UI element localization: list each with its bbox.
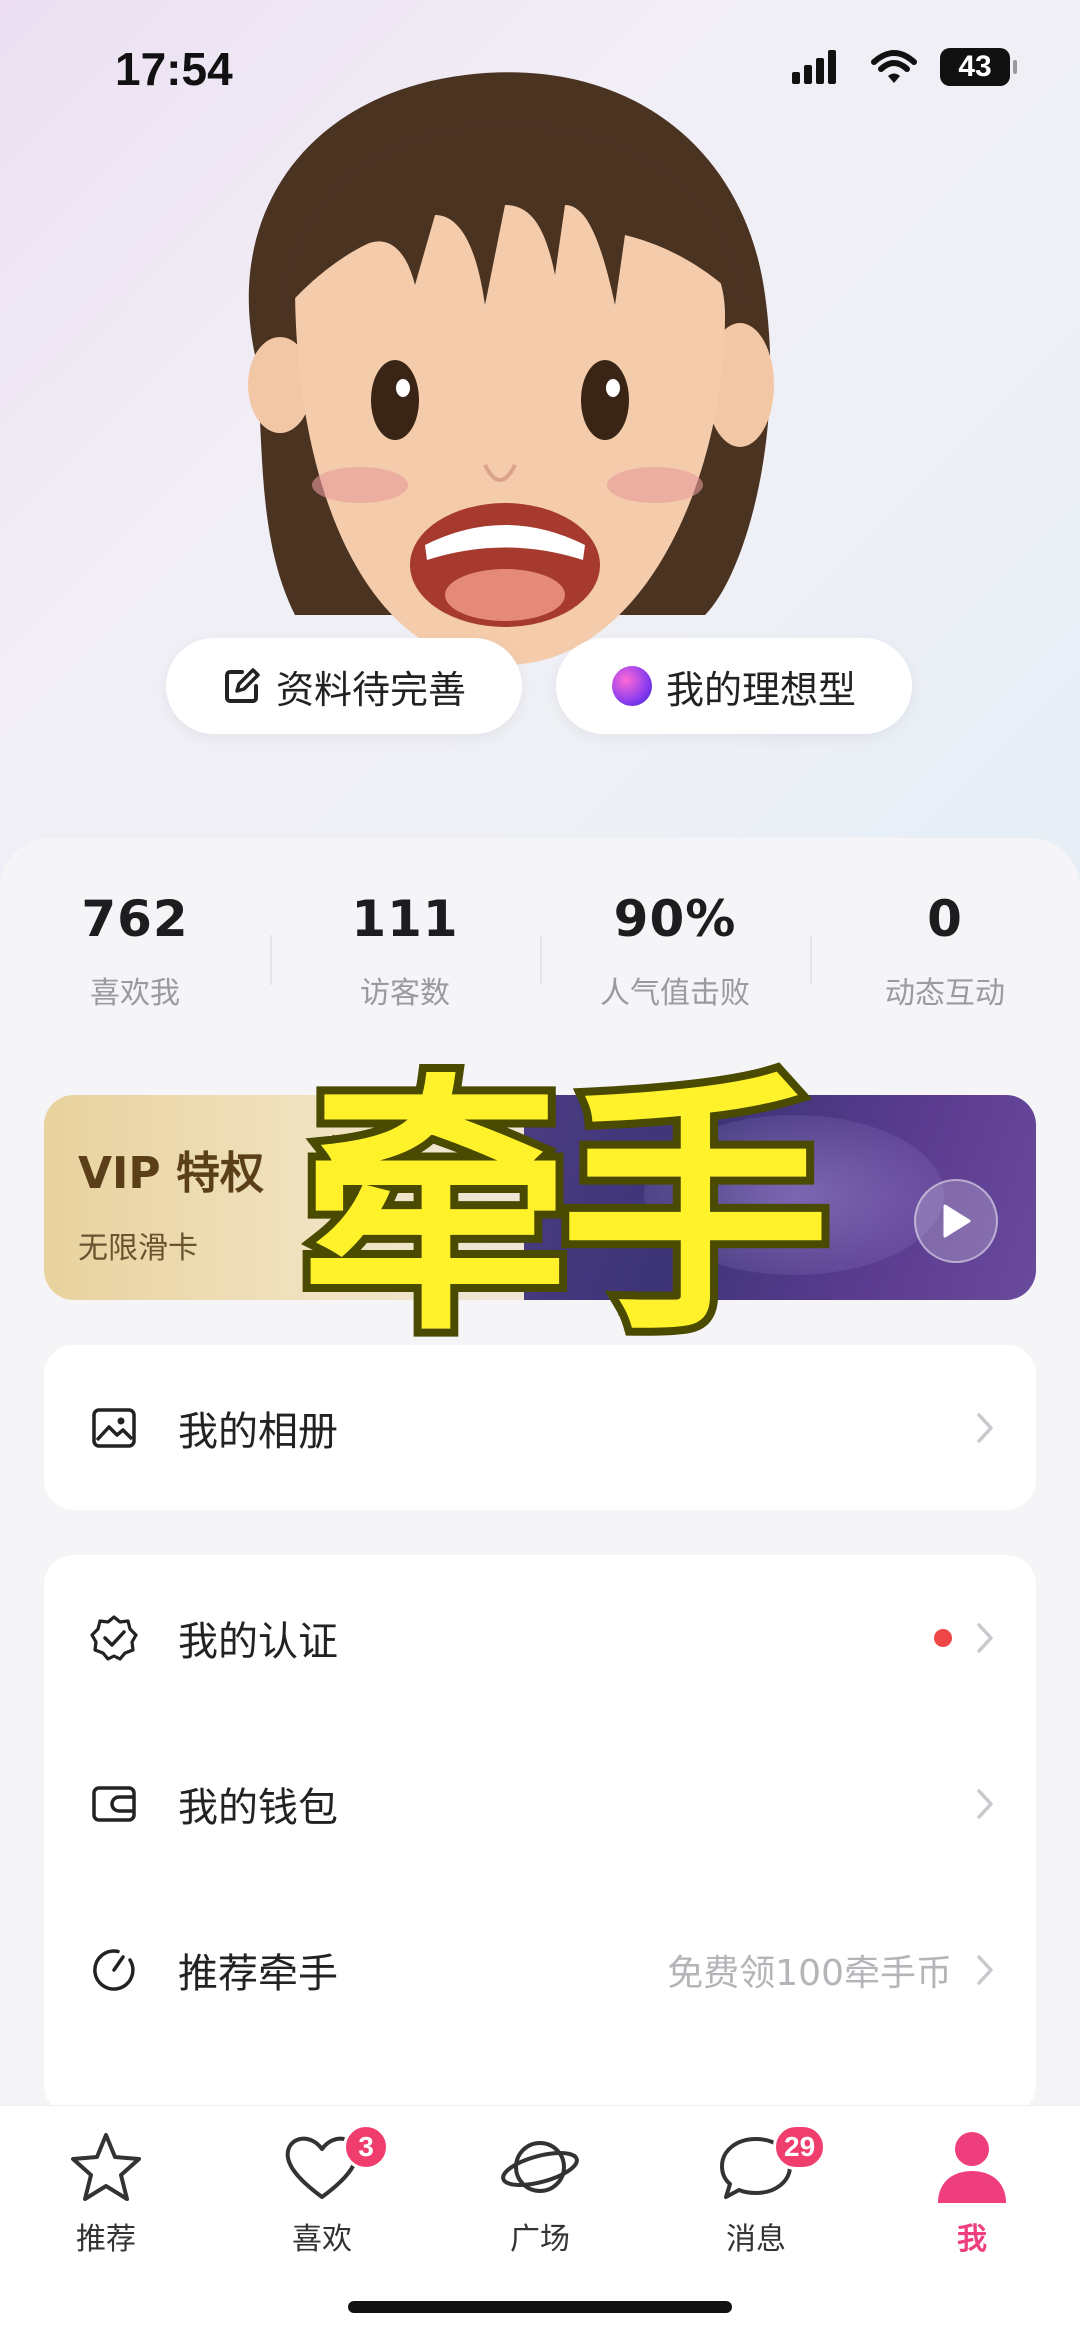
tab-label: 消息 xyxy=(726,2222,786,2257)
tab-square[interactable]: 广场 xyxy=(465,2124,615,2264)
menu-item-trailing xyxy=(974,1786,996,1822)
menu-item-trailing xyxy=(974,1410,996,1446)
tab-recommend[interactable]: 推荐 xyxy=(31,2124,181,2264)
stat-visitors[interactable]: 111 访客数 xyxy=(270,890,540,1040)
chevron-right-icon xyxy=(977,1413,993,1443)
menu-item-trailing xyxy=(934,1620,996,1656)
chevron-right-icon xyxy=(977,1955,993,1985)
heart-icon: 3 xyxy=(247,2124,397,2210)
stats-row: 762 喜欢我 111 访客数 90% 人气值击败 0 动态互动 xyxy=(0,890,1080,1040)
messages-badge: 29 xyxy=(773,2124,827,2170)
menu-item-hint: 免费领100牵手币 xyxy=(667,1953,952,1994)
tab-messages[interactable]: 29 消息 xyxy=(681,2124,831,2264)
menu-item-verification[interactable]: 我的认证 xyxy=(44,1555,1036,1721)
tab-label: 广场 xyxy=(510,2222,570,2257)
menu-item-trailing: 免费领100牵手币 xyxy=(667,1944,996,1996)
overlay-sticker-text: 牵手 xyxy=(292,1044,838,1375)
menu-item-label: 我的相册 xyxy=(178,1409,338,1455)
stat-popularity[interactable]: 90% 人气值击败 xyxy=(540,890,810,1040)
menu-item-label: 我的认证 xyxy=(178,1619,338,1665)
likes-badge: 3 xyxy=(343,2124,389,2170)
stat-likes-me[interactable]: 762 喜欢我 xyxy=(0,890,270,1040)
stat-value: 90% xyxy=(613,890,737,948)
stat-label: 人气值击败 xyxy=(600,976,750,1011)
menu-item-label: 我的钱包 xyxy=(178,1785,338,1831)
stat-interactions[interactable]: 0 动态互动 xyxy=(810,890,1080,1040)
menu-list-card: 我的认证 我的钱包 推荐牵手 免费领100牵手币 xyxy=(44,1555,1036,2115)
ideal-type-button[interactable]: 我的理想型 xyxy=(556,638,912,734)
battery-icon: 43 xyxy=(940,48,1017,86)
person-icon xyxy=(897,2124,1047,2210)
chat-bubble-icon: 29 xyxy=(681,2124,831,2210)
stat-value: 111 xyxy=(351,890,459,948)
wifi-icon xyxy=(871,50,917,83)
planet-icon xyxy=(465,2124,615,2210)
tab-label: 推荐 xyxy=(76,2222,136,2257)
home-indicator[interactable] xyxy=(348,2301,732,2313)
refresh-icon xyxy=(90,1946,138,1994)
image-icon xyxy=(90,1404,138,1452)
stat-value: 0 xyxy=(927,890,963,948)
ideal-type-icon xyxy=(611,666,652,706)
wallet-icon xyxy=(90,1780,138,1828)
star-icon xyxy=(31,2124,181,2210)
edit-icon xyxy=(224,668,260,703)
chevron-right-icon xyxy=(977,1623,993,1653)
complete-profile-button[interactable]: 资料待完善 xyxy=(166,638,522,734)
stat-label: 动态互动 xyxy=(885,976,1005,1011)
menu-item-label: 推荐牵手 xyxy=(178,1951,338,1997)
stat-label: 喜欢我 xyxy=(90,976,180,1011)
menu-item-wallet[interactable]: 我的钱包 xyxy=(44,1721,1036,1887)
tab-label: 喜欢 xyxy=(292,2222,352,2257)
avatar[interactable] xyxy=(185,55,825,675)
complete-profile-label: 资料待完善 xyxy=(275,667,466,712)
stat-label: 访客数 xyxy=(360,976,450,1011)
play-button[interactable] xyxy=(914,1179,998,1263)
ideal-type-label: 我的理想型 xyxy=(665,667,856,712)
stat-value: 762 xyxy=(81,890,189,948)
tab-likes[interactable]: 3 喜欢 xyxy=(247,2124,397,2264)
menu-item-recommend[interactable]: 推荐牵手 免费领100牵手币 xyxy=(44,1887,1036,2053)
verified-badge-icon xyxy=(90,1614,138,1662)
play-icon xyxy=(943,1204,971,1238)
tab-label: 我 xyxy=(957,2222,987,2257)
tab-me[interactable]: 我 xyxy=(897,2124,1047,2264)
chevron-right-icon xyxy=(977,1789,993,1819)
album-card: 我的相册 xyxy=(44,1345,1036,1510)
notification-dot xyxy=(934,1629,952,1647)
menu-item-album[interactable]: 我的相册 xyxy=(44,1345,1036,1511)
